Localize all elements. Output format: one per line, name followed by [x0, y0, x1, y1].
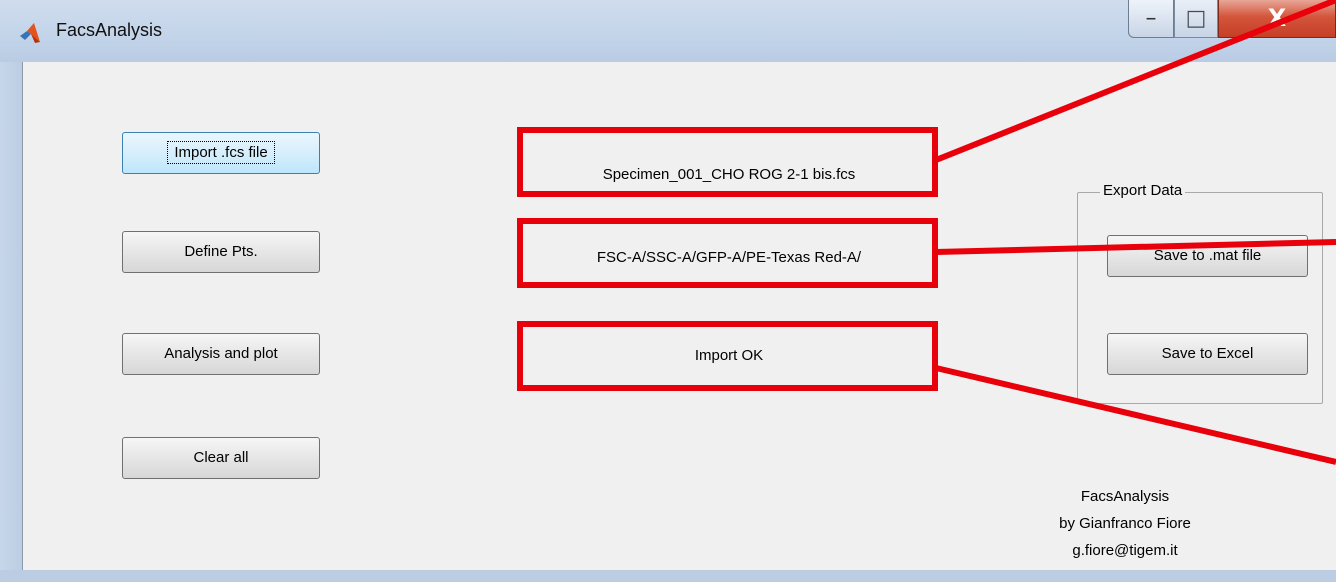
- save-excel-label: Save to Excel: [1161, 345, 1254, 362]
- save-mat-label: Save to .mat file: [1153, 247, 1262, 264]
- define-pts-label: Define Pts.: [184, 243, 258, 260]
- clear-all-button[interactable]: Clear all: [122, 437, 320, 479]
- import-fcs-label: Import .fcs file: [167, 141, 275, 164]
- close-button[interactable]: X: [1218, 0, 1336, 38]
- analysis-label: Analysis and plot: [164, 345, 278, 362]
- analysis-and-plot-button[interactable]: Analysis and plot: [122, 333, 320, 375]
- credits: FacsAnalysis by Gianfranco Fiore g.fiore…: [1000, 483, 1250, 564]
- clear-label: Clear all: [193, 449, 249, 466]
- window-frame-bottom: [0, 570, 1336, 582]
- minimize-icon: –: [1145, 6, 1157, 31]
- save-excel-button[interactable]: Save to Excel: [1107, 333, 1308, 375]
- export-data-title: Export Data: [1100, 182, 1186, 199]
- close-icon: X: [1267, 4, 1287, 32]
- window-title: FacsAnalysis: [56, 20, 163, 40]
- matlab-icon: [20, 23, 40, 43]
- credits-app-name: FacsAnalysis: [1080, 488, 1170, 505]
- channels-highlight-box: [517, 218, 938, 288]
- filename-highlight-box: [517, 127, 938, 197]
- facsanalysis-window: FacsAnalysis – □ X Import .fcs file Defi…: [0, 0, 1336, 582]
- status-highlight-box: [517, 321, 938, 391]
- credits-author: by Gianfranco Fiore: [1059, 515, 1191, 532]
- window-controls: – □ X: [1128, 0, 1336, 40]
- window-frame-left: [0, 62, 22, 582]
- import-fcs-button[interactable]: Import .fcs file: [122, 132, 320, 174]
- maximize-icon: □: [1185, 6, 1207, 31]
- minimize-button[interactable]: –: [1128, 0, 1174, 38]
- title-bar[interactable]: FacsAnalysis – □ X: [0, 0, 1336, 62]
- save-mat-button[interactable]: Save to .mat file: [1107, 235, 1308, 277]
- maximize-button[interactable]: □: [1174, 0, 1218, 38]
- credits-email: g.fiore@tigem.it: [1072, 542, 1178, 559]
- define-pts-button[interactable]: Define Pts.: [122, 231, 320, 273]
